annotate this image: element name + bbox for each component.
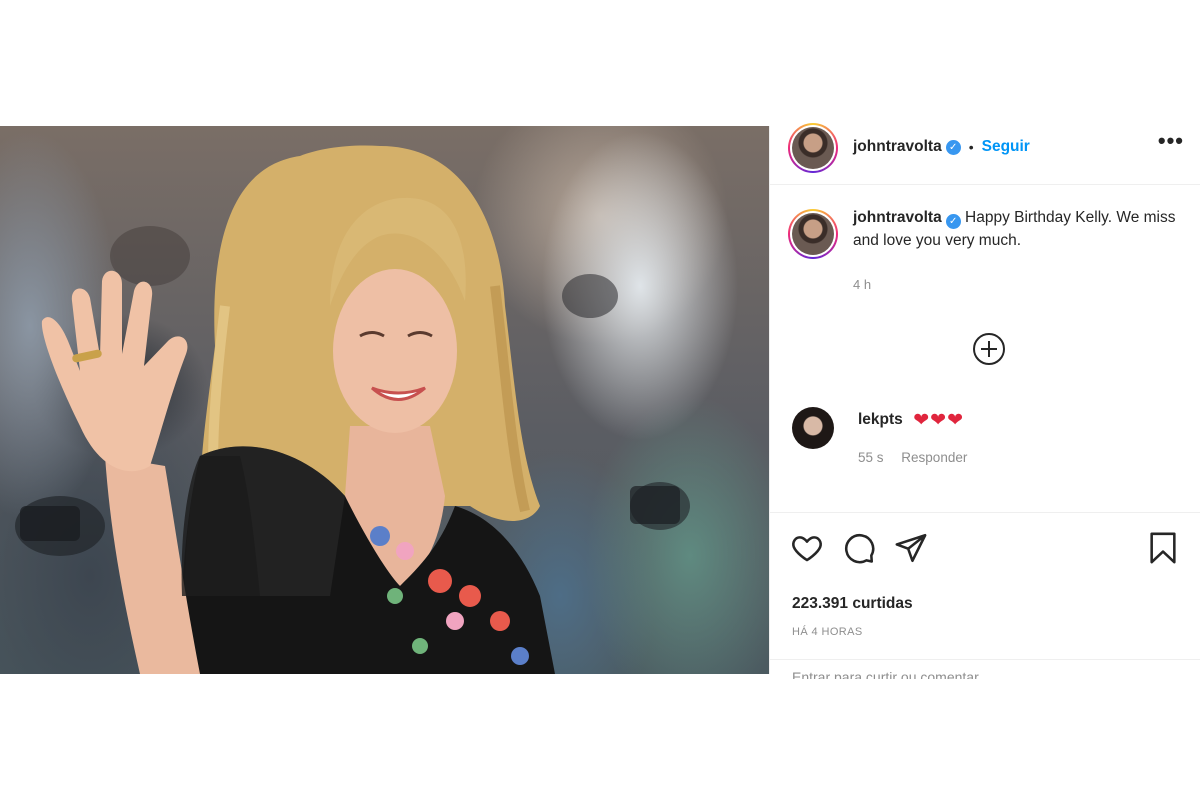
instagram-post: johntravolta ✓ • Seguir ••• johntravolta… — [0, 123, 1200, 679]
reply-button[interactable]: Responder — [901, 450, 967, 465]
commenter-username[interactable]: lekpts — [858, 411, 903, 428]
comment-meta: 55 s Responder — [858, 450, 967, 465]
comment-hearts: ❤❤❤ — [913, 410, 965, 431]
bookmark-icon[interactable] — [1146, 531, 1180, 565]
post-actions: 223.391 curtidas HÁ 4 HORAS Entrar para … — [770, 512, 1200, 679]
verified-badge-icon: ✓ — [945, 139, 961, 155]
post-header: johntravolta ✓ • Seguir ••• — [770, 123, 1200, 185]
photo-illustration — [15, 145, 690, 674]
add-comment-placeholder[interactable]: Entrar para curtir ou comentar. — [792, 669, 982, 679]
likes-count[interactable]: 223.391 curtidas — [792, 595, 913, 613]
author-row: johntravolta ✓ • Seguir — [853, 138, 1030, 156]
posted-time: HÁ 4 HORAS — [792, 626, 863, 638]
post-side-panel: johntravolta ✓ • Seguir ••• johntravolta… — [769, 123, 1200, 679]
share-icon[interactable] — [894, 531, 928, 565]
comments-list[interactable]: johntravolta ✓ Happy Birthday Kelly. We m… — [770, 185, 1200, 512]
more-options-icon[interactable]: ••• — [1158, 128, 1184, 154]
caption-body: johntravolta ✓ Happy Birthday Kelly. We m… — [853, 206, 1193, 296]
verified-badge-icon: ✓ — [945, 214, 961, 229]
comment-icon[interactable] — [842, 531, 876, 565]
action-icons — [790, 531, 1180, 565]
caption-author[interactable]: johntravolta — [853, 209, 942, 226]
caption: johntravolta ✓ Happy Birthday Kelly. We m… — [770, 185, 1200, 296]
heart-icon[interactable] — [790, 531, 824, 565]
load-more-comments-icon[interactable] — [973, 333, 1005, 365]
caption-time: 4 h — [853, 277, 872, 292]
author-avatar[interactable] — [788, 123, 838, 173]
post-photo[interactable] — [0, 126, 769, 674]
commenter-avatar[interactable] — [792, 407, 834, 449]
add-comment-bar[interactable]: Entrar para curtir ou comentar. — [770, 659, 1200, 679]
separator-dot: • — [968, 139, 974, 155]
comment-time: 55 s — [858, 450, 884, 465]
author-username[interactable]: johntravolta — [853, 138, 942, 156]
follow-button[interactable]: Seguir — [982, 138, 1030, 156]
comment-item: lekpts ❤❤❤ 55 s Responder — [792, 407, 967, 465]
comment-body: lekpts ❤❤❤ 55 s Responder — [858, 409, 967, 465]
caption-avatar[interactable] — [788, 209, 838, 259]
